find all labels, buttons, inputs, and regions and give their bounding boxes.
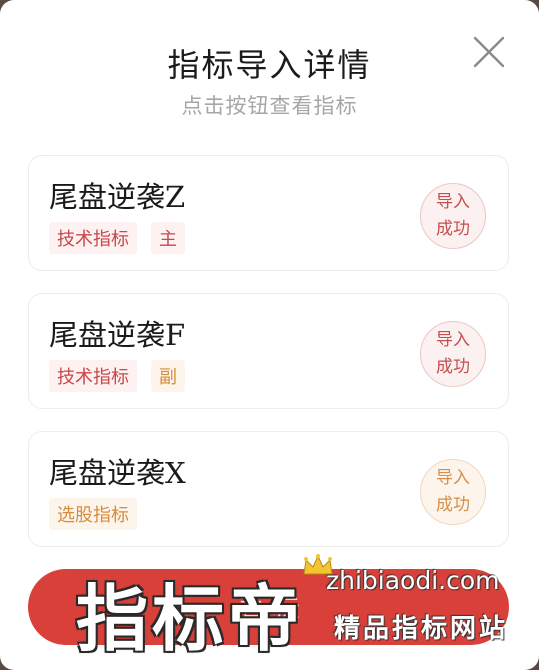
tag-type: 技术指标 (49, 360, 137, 392)
indicator-tags: 技术指标 主 (49, 222, 185, 254)
status-line-1: 导入 (436, 468, 470, 488)
status-line-2: 成功 (436, 219, 470, 239)
indicator-card[interactable]: 尾盘逆袭F 技术指标 副 导入 成功 (28, 293, 509, 409)
watermark-slogan: 精品指标网站 (334, 614, 509, 644)
status-line-2: 成功 (436, 495, 470, 515)
close-icon[interactable] (471, 34, 507, 70)
tag-position: 主 (151, 222, 185, 254)
indicator-name: 尾盘逆袭X (49, 456, 186, 490)
tag-type: 技术指标 (49, 222, 137, 254)
import-status-badge: 导入 成功 (420, 183, 486, 249)
import-status-badge: 导入 成功 (420, 321, 486, 387)
tag-position: 副 (151, 360, 185, 392)
indicator-card[interactable]: 尾盘逆袭Z 技术指标 主 导入 成功 (28, 155, 509, 271)
indicator-tags: 选股指标 (49, 498, 137, 530)
tag-type: 选股指标 (49, 498, 137, 530)
indicator-tags: 技术指标 副 (49, 360, 185, 392)
import-status-badge: 导入 成功 (420, 459, 486, 525)
status-line-1: 导入 (436, 330, 470, 350)
status-line-1: 导入 (436, 192, 470, 212)
status-line-2: 成功 (436, 357, 470, 377)
modal-title: 指标导入详情 (167, 46, 372, 84)
indicator-name: 尾盘逆袭F (49, 318, 186, 352)
import-details-modal: 指标导入详情 点击按钮查看指标 尾盘逆袭Z 技术指标 主 导入 成功 尾盘逆袭F… (0, 0, 539, 670)
indicator-name: 尾盘逆袭Z (49, 180, 186, 214)
modal-subtitle: 点击按钮查看指标 (181, 94, 358, 118)
watermark-site: zhibiaodi.com (326, 566, 500, 595)
watermark-brand: 指标帝 (76, 577, 305, 661)
indicator-card[interactable]: 尾盘逆袭X 选股指标 导入 成功 (28, 431, 509, 547)
